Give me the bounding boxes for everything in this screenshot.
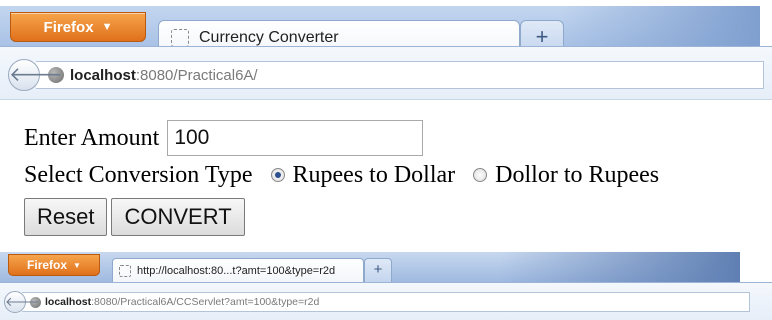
url-path: :8080/Practical6A/ bbox=[135, 66, 258, 84]
address-bar[interactable]: localhost:8080/Practical6A/ bbox=[36, 61, 764, 89]
amount-row: Enter Amount 100 bbox=[24, 120, 424, 156]
chevron-down-icon: ▼ bbox=[73, 260, 81, 270]
currency-form: Enter Amount 100 Select Conversion Type … bbox=[0, 106, 772, 240]
back-arrow-icon[interactable]: 🡐 bbox=[4, 291, 40, 313]
blank-page-icon bbox=[119, 264, 131, 277]
amount-input[interactable]: 100 bbox=[167, 120, 424, 156]
firefox-menu-button[interactable]: Firefox ▼ bbox=[10, 12, 146, 42]
tab-title: Currency Converter bbox=[199, 28, 339, 46]
browser-window-bottom: Firefox ▼ http://localhost:80...t?amt=10… bbox=[0, 252, 772, 320]
blank-page-icon bbox=[171, 28, 189, 47]
radio-dollor-to-rupees-label[interactable]: Dollor to Rupees bbox=[495, 162, 659, 189]
button-row: Reset CONVERT bbox=[24, 198, 249, 236]
firefox-menu-button-2[interactable]: Firefox ▼ bbox=[8, 254, 100, 276]
conversion-label: Select Conversion Type bbox=[24, 162, 253, 188]
amount-label: Enter Amount bbox=[24, 124, 160, 151]
url-host-2: localhost bbox=[45, 296, 92, 308]
address-bar-2[interactable]: localhost:8080/Practical6A/CCServlet?amt… bbox=[22, 292, 750, 312]
tab-title-2: http://localhost:80...t?amt=100&type=r2d bbox=[137, 264, 336, 277]
tab-bar-2: Firefox ▼ http://localhost:80...t?amt=10… bbox=[0, 252, 740, 282]
tab-servlet-result[interactable]: http://localhost:80...t?amt=100&type=r2d bbox=[112, 258, 364, 282]
conversion-row: Select Conversion Type Rupees to Dollar … bbox=[24, 162, 659, 189]
reset-button[interactable]: Reset bbox=[24, 198, 108, 236]
url-host: localhost bbox=[70, 66, 136, 84]
navigation-bar: localhost:8080/Practical6A/ 🡐 bbox=[0, 46, 772, 100]
address-text: localhost:8080/Practical6A/ bbox=[70, 67, 258, 84]
url-path-2: :8080/Practical6A/CCServlet?amt=100&type… bbox=[91, 296, 320, 308]
firefox-menu-label-2: Firefox bbox=[27, 258, 68, 272]
firefox-menu-label: Firefox bbox=[43, 18, 94, 36]
address-text-2: localhost:8080/Practical6A/CCServlet?amt… bbox=[45, 296, 319, 308]
navigation-bar-2: localhost:8080/Practical6A/CCServlet?amt… bbox=[0, 282, 772, 320]
radio-dollor-to-rupees[interactable] bbox=[473, 167, 488, 182]
convert-button[interactable]: CONVERT bbox=[111, 198, 245, 236]
back-arrow-icon[interactable]: 🡐 bbox=[8, 59, 63, 91]
radio-rupees-to-dollar-label[interactable]: Rupees to Dollar bbox=[293, 162, 456, 189]
browser-window-top: Firefox ▼ Currency Converter + localhost… bbox=[0, 0, 772, 106]
radio-rupees-to-dollar[interactable] bbox=[270, 167, 285, 182]
new-tab-button-2[interactable]: + bbox=[364, 258, 392, 282]
chevron-down-icon: ▼ bbox=[101, 21, 113, 33]
tab-bar: Firefox ▼ Currency Converter + bbox=[0, 6, 760, 54]
